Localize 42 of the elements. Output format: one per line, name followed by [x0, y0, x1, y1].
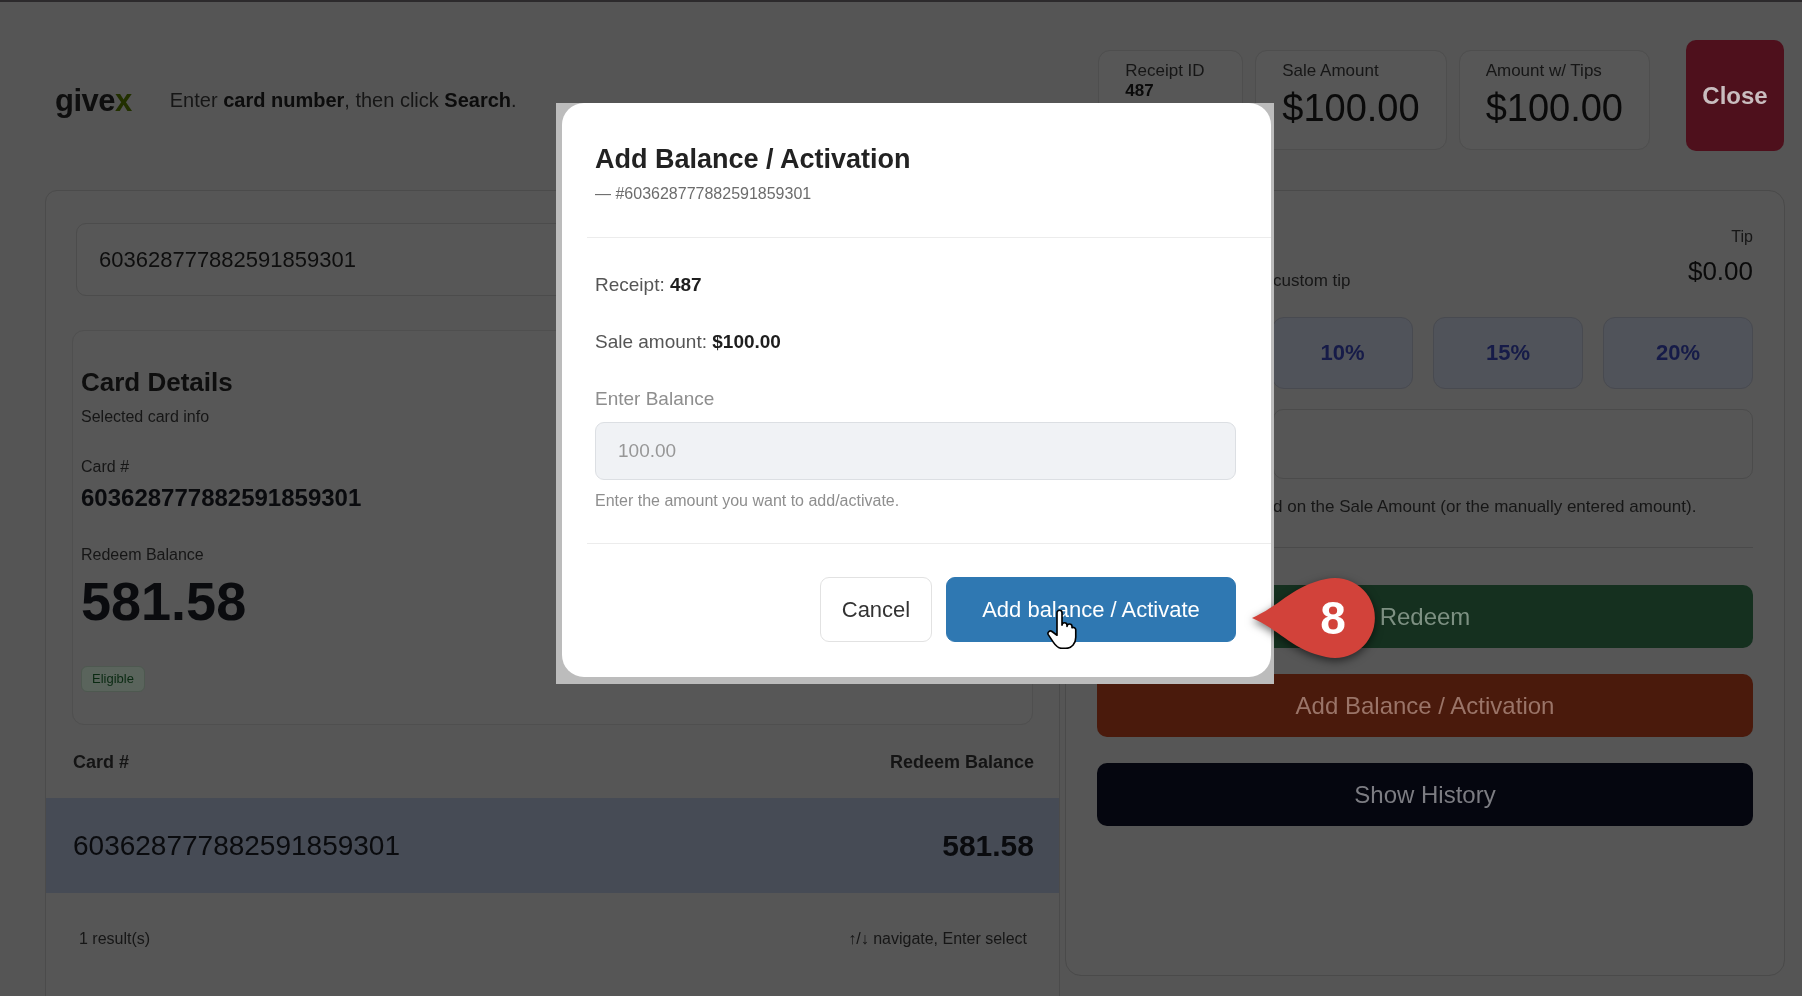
- instruction-text: Enter card number, then click Search.: [169, 89, 517, 112]
- balance-input-field[interactable]: 100.00: [595, 422, 1236, 480]
- modal-subtitle: — #603628777882591859301: [595, 184, 813, 204]
- stat-value: 487: [1125, 81, 1155, 100]
- detail-line: Receipt: 487: [595, 273, 703, 297]
- tip-amount: $0.00: [1687, 256, 1753, 286]
- column-header: Card #: [73, 751, 130, 773]
- add-balance-button[interactable]: Add Balance / Activation: [1097, 674, 1753, 737]
- tip-note: d on the Sale Amount (or the manually entered amount).: [1273, 497, 1698, 517]
- tip-label: Tip: [1731, 227, 1753, 247]
- tip-preset-button[interactable]: 15%: [1433, 317, 1583, 389]
- field-label: Card #: [81, 457, 130, 477]
- add-balance-activate-button[interactable]: Add balance / Activate: [946, 577, 1236, 642]
- balance-amount: 581.58: [81, 571, 247, 631]
- keyboard-hint: ↑/↓ navigate, Enter select: [848, 929, 1027, 949]
- tip-preset-button[interactable]: 10%: [1272, 317, 1413, 389]
- stat-value: $100.00: [1282, 86, 1420, 130]
- modal-title: Add Balance / Activation: [595, 143, 912, 175]
- detail-line: Sale amount: $100.00: [595, 330, 782, 354]
- show-history-button[interactable]: Show History: [1097, 763, 1753, 826]
- custom-tip-field[interactable]: [1273, 409, 1753, 479]
- tip-prompt: custom tip: [1273, 271, 1351, 291]
- logo: givex: [55, 82, 132, 119]
- balance-cell: 581.58: [942, 828, 1034, 863]
- close-button[interactable]: Close: [1686, 40, 1784, 151]
- column-header: Redeem Balance: [889, 751, 1034, 773]
- help-text: Enter the amount you want to add/activate.: [595, 491, 901, 511]
- result-row[interactable]: 603628777882591859301 581.58: [46, 798, 1059, 893]
- cancel-button[interactable]: Cancel: [820, 577, 932, 642]
- result-count: 1 result(s): [79, 929, 151, 949]
- stat-label: Receipt ID: [1125, 61, 1206, 80]
- field-label: Enter Balance: [595, 387, 716, 411]
- tip-preset-button[interactable]: 20%: [1603, 317, 1753, 389]
- stat-value: $100.00: [1485, 86, 1623, 130]
- stat-label: Amount w/ Tips: [1485, 61, 1603, 80]
- section-title: Card Details: [81, 367, 233, 397]
- status-badge: Eligible: [81, 666, 145, 692]
- card-number-cell: 603628777882591859301: [73, 829, 401, 862]
- card-number-text: 603628777882591859301: [81, 485, 362, 511]
- section-subtitle: Selected card info: [81, 407, 210, 427]
- stat-label: Sale Amount: [1282, 61, 1380, 80]
- field-label: Redeem Balance: [81, 545, 204, 565]
